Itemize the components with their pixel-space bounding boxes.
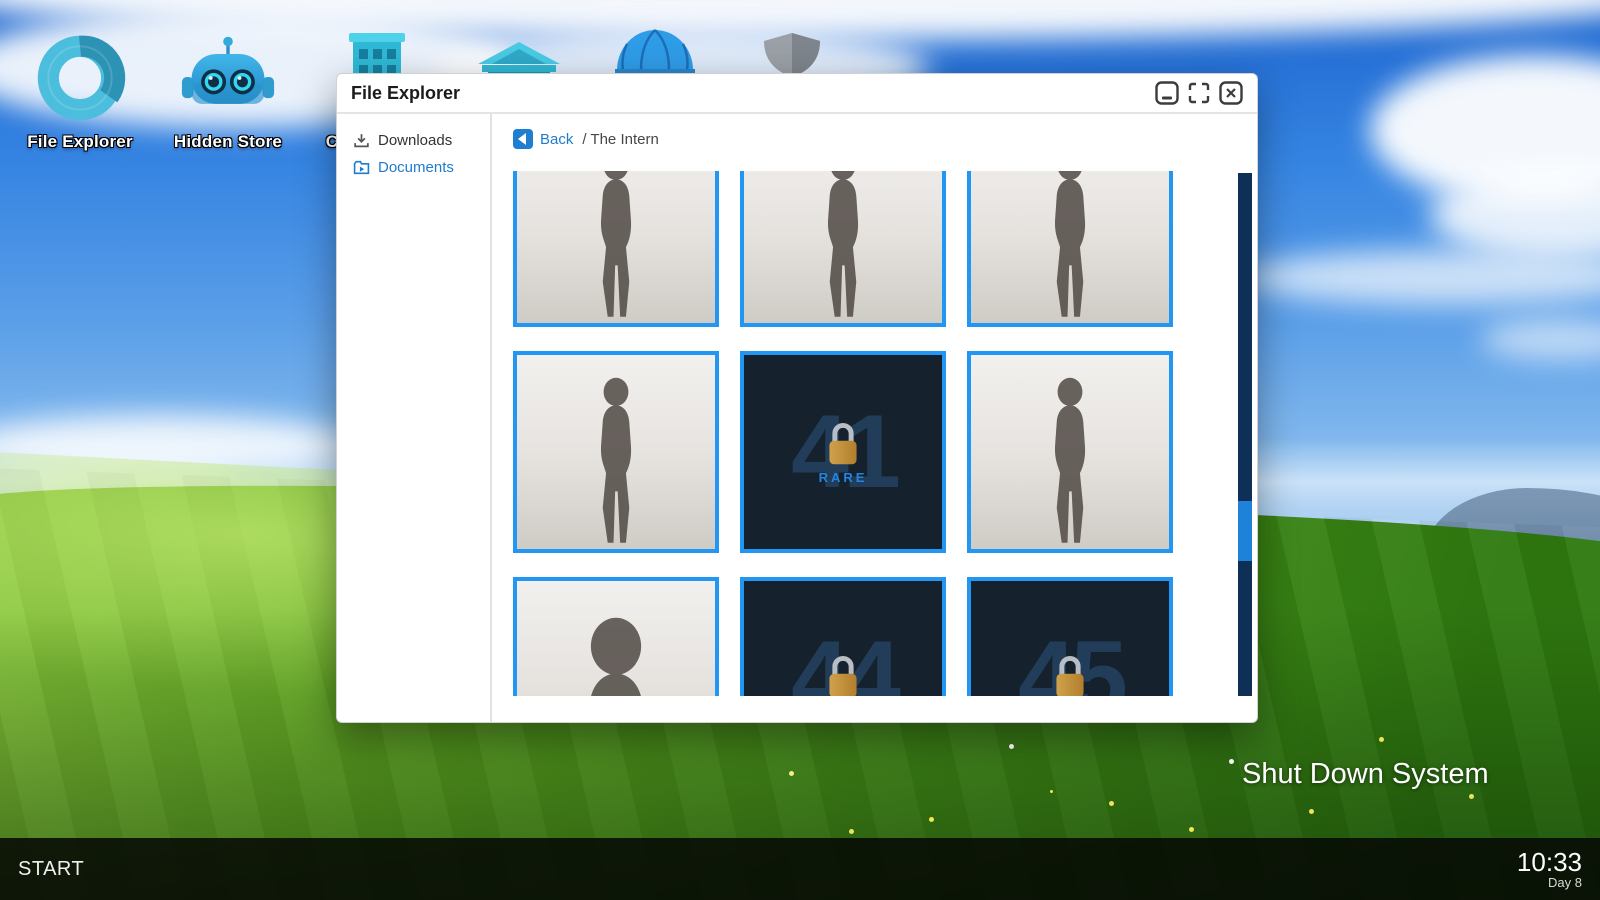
- flowers: [1050, 790, 1053, 793]
- locked-thumbnail[interactable]: 45: [967, 577, 1173, 696]
- desktop-icon-label: File Explorer: [22, 132, 138, 152]
- clock-day: Day 8: [1517, 876, 1582, 890]
- locked-card-background: 41 RARE: [744, 355, 942, 549]
- locked-thumbnail[interactable]: 41 RARE: [740, 351, 946, 553]
- folder-icon: [353, 159, 370, 176]
- close-button[interactable]: [1219, 81, 1243, 105]
- desktop-icon-hidden-store[interactable]: Hidden Store: [170, 26, 286, 152]
- photo-placeholder: [517, 581, 715, 696]
- photo-placeholder: [517, 171, 715, 323]
- rarity-badge: RARE: [819, 470, 868, 485]
- shutdown-system-label[interactable]: Shut Down System: [1242, 758, 1489, 791]
- sidebar-item-label: Downloads: [378, 132, 452, 149]
- clock-time: 10:33: [1517, 849, 1582, 876]
- minimize-icon: [1155, 81, 1179, 105]
- desktop-icon-file-explorer[interactable]: File Explorer: [22, 26, 138, 152]
- back-label: Back: [540, 131, 573, 148]
- shield-icon[interactable]: [760, 33, 824, 77]
- sidebar-item-label: Documents: [378, 159, 454, 176]
- photo-thumbnail[interactable]: [967, 351, 1173, 553]
- locked-card-background: 44: [744, 581, 942, 696]
- back-arrow-icon: [513, 129, 533, 149]
- gallery-pane: Back / The Intern: [492, 114, 1257, 722]
- dome-icon[interactable]: [615, 28, 695, 74]
- lock-icon: [1050, 653, 1090, 696]
- bank-icon[interactable]: [478, 42, 560, 76]
- maximize-button[interactable]: [1187, 81, 1211, 105]
- breadcrumb: Back / The Intern: [492, 114, 1257, 152]
- ring-icon: [22, 26, 138, 130]
- back-button[interactable]: Back: [513, 129, 573, 149]
- locked-card-background: 45: [971, 581, 1169, 696]
- photo-placeholder: [971, 355, 1169, 549]
- start-button[interactable]: START: [0, 858, 102, 881]
- minimize-button[interactable]: [1155, 81, 1179, 105]
- taskbar: START 10:33 Day 8: [0, 838, 1600, 900]
- taskbar-clock: 10:33 Day 8: [1517, 849, 1600, 890]
- close-icon: [1219, 81, 1243, 105]
- window-titlebar[interactable]: File Explorer: [337, 74, 1257, 114]
- scrollbar-thumb[interactable]: [1238, 501, 1252, 561]
- thumbnail-grid: 41 RARE: [513, 171, 1173, 696]
- scrollbar-track[interactable]: [1238, 173, 1252, 696]
- fullscreen-icon: [1187, 81, 1211, 105]
- file-explorer-window: File Explorer: [336, 73, 1258, 723]
- sidebar: Downloads Documents: [337, 114, 490, 722]
- lock-icon: [823, 653, 863, 696]
- gallery-scroll-area[interactable]: 41 RARE: [513, 171, 1173, 696]
- sidebar-item-downloads[interactable]: Downloads: [337, 127, 490, 154]
- window-controls: [1155, 81, 1243, 105]
- photo-placeholder: [517, 355, 715, 549]
- robot-icon: [170, 26, 286, 130]
- photo-thumbnail[interactable]: [740, 171, 946, 327]
- desktop-icon-label: Hidden Store: [170, 132, 286, 152]
- photo-thumbnail[interactable]: [967, 171, 1173, 327]
- lock-icon: [823, 420, 863, 467]
- photo-thumbnail[interactable]: [513, 351, 719, 553]
- photo-thumbnail[interactable]: [513, 577, 719, 696]
- sidebar-item-documents[interactable]: Documents: [337, 154, 490, 181]
- photo-placeholder: [744, 171, 942, 323]
- locked-thumbnail[interactable]: 44: [740, 577, 946, 696]
- breadcrumb-path: / The Intern: [582, 131, 658, 148]
- photo-placeholder: [971, 171, 1169, 323]
- window-title: File Explorer: [351, 83, 460, 104]
- download-icon: [353, 132, 370, 149]
- photo-thumbnail[interactable]: [513, 171, 719, 327]
